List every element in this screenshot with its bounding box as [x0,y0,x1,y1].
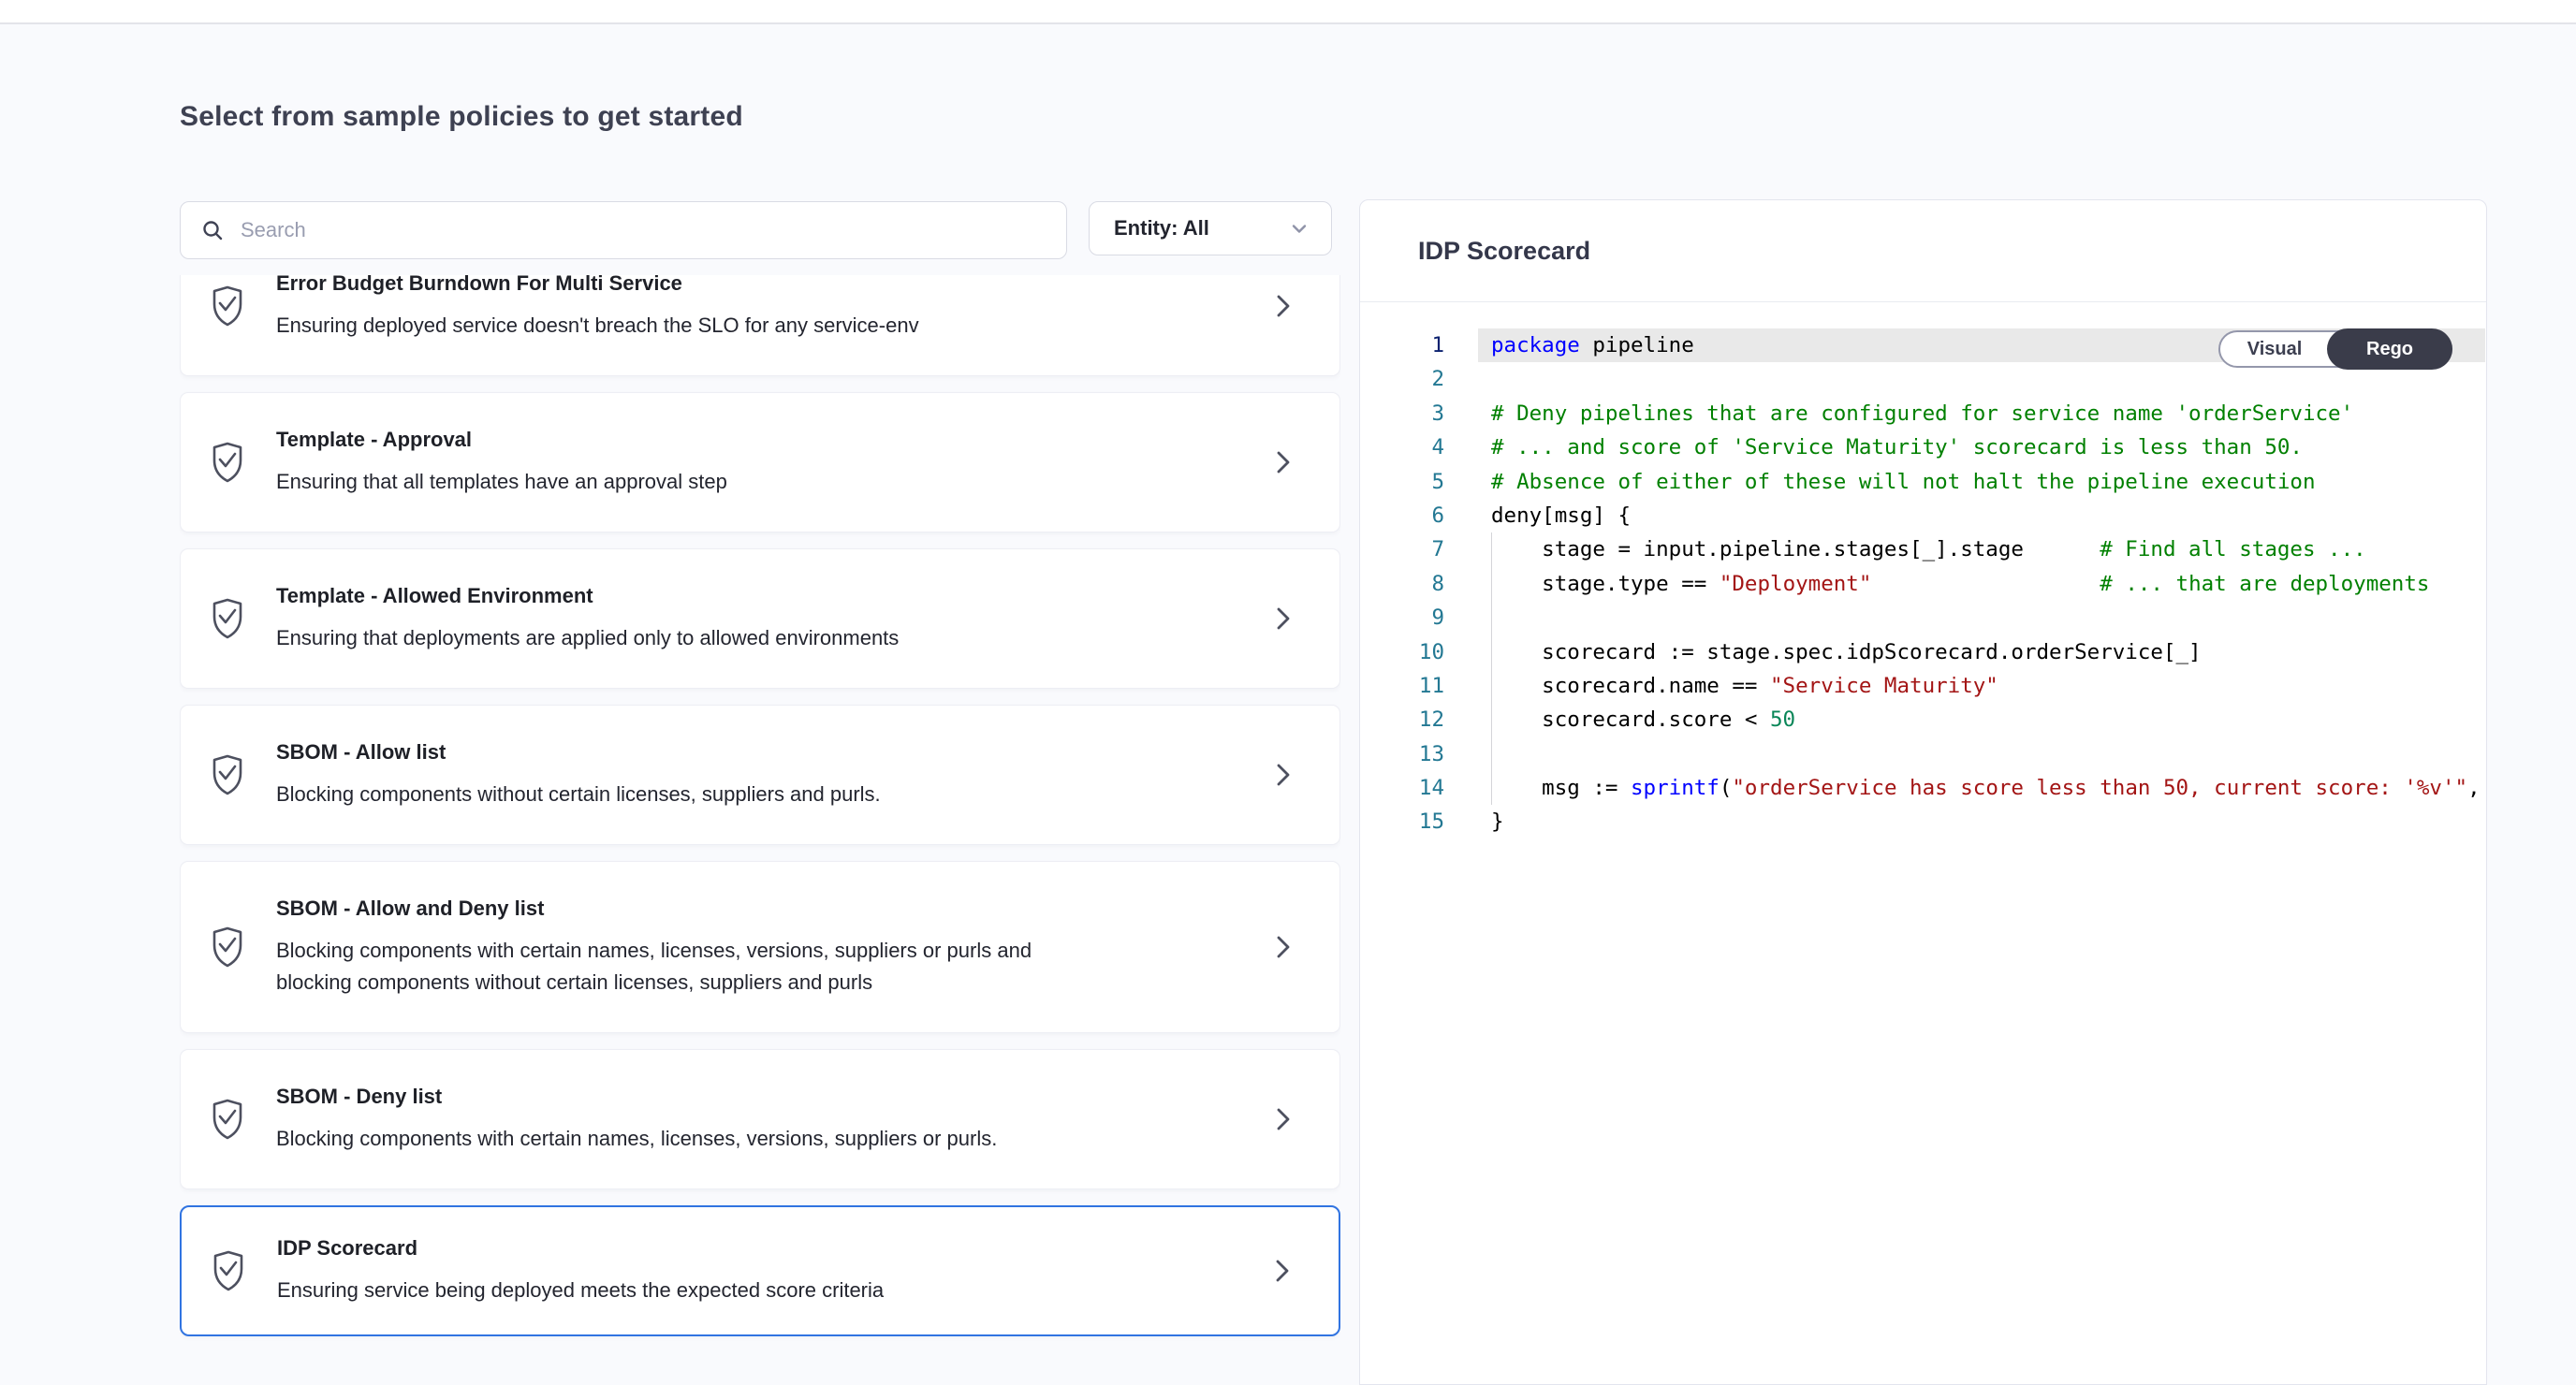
code-editor: 123456789101112131415 package pipeline #… [1360,328,2485,839]
shield-check-icon [209,440,246,485]
policy-card[interactable]: IDP Scorecard Ensuring service being dep… [180,1205,1340,1336]
policy-card-title: Error Budget Burndown For Multi Service [276,275,1255,297]
preview-panel-title: IDP Scorecard [1418,237,1590,266]
chevron-right-icon [1270,759,1296,791]
policy-card-title: Template - Approval [276,427,1255,453]
chevron-right-icon [1270,931,1296,963]
chevron-down-icon [1288,217,1310,240]
policy-card-text: IDP Scorecard Ensuring service being dep… [277,1235,1254,1306]
top-bar [0,0,2576,24]
shield-check-icon [209,925,246,970]
shield-check-icon [209,1097,246,1142]
rego-toggle-button[interactable]: Rego [2327,328,2452,370]
code-lines: package pipeline # Deny pipelines that a… [1478,328,2485,839]
policy-card-description: Ensuring that all templates have an appr… [276,466,1090,498]
policy-card-description: Blocking components with certain names, … [276,935,1090,999]
policy-card[interactable]: Error Budget Burndown For Multi Service … [180,275,1340,376]
visual-toggle-button[interactable]: Visual [2220,339,2329,360]
search-icon [201,219,224,241]
policy-card-description: Ensuring service being deployed meets th… [277,1275,1091,1306]
policy-preview-panel: IDP Scorecard Visual Rego 12345678910111… [1359,199,2487,1385]
policy-card-text: Template - Allowed Environment Ensuring … [276,583,1255,654]
policy-card[interactable]: SBOM - Deny list Blocking components wit… [180,1049,1340,1189]
policy-card-description: Ensuring deployed service doesn't breach… [276,310,1090,342]
policy-card-text: SBOM - Allow and Deny list Blocking comp… [276,896,1255,999]
policy-card-text: SBOM - Deny list Blocking components wit… [276,1084,1255,1155]
search-input[interactable] [239,217,1047,243]
chevron-right-icon [1270,290,1296,322]
chevron-right-icon [1270,446,1296,478]
page-title: Select from sample policies to get start… [180,101,743,133]
search-box[interactable] [180,201,1067,259]
policy-cards: Error Budget Burndown For Multi Service … [180,275,1340,1385]
shield-check-icon [209,284,246,328]
shield-check-icon [210,1248,247,1293]
shield-check-icon [209,752,246,797]
policy-card[interactable]: Template - Approval Ensuring that all te… [180,392,1340,532]
policy-card-text: Error Budget Burndown For Multi Service … [276,275,1255,342]
policy-card-description: Ensuring that deployments are applied on… [276,622,1090,654]
policy-card-title: Template - Allowed Environment [276,583,1255,609]
chevron-right-icon [1269,1255,1295,1287]
policy-card-description: Blocking components without certain lice… [276,779,1090,810]
entity-filter-value: Entity: All [1114,216,1209,241]
visual-rego-toggle[interactable]: Visual Rego [2218,330,2452,368]
policy-card-text: Template - Approval Ensuring that all te… [276,427,1255,498]
entity-filter-dropdown[interactable]: Entity: All [1089,201,1332,255]
code-gutter: 123456789101112131415 [1360,328,1478,839]
policy-card[interactable]: SBOM - Allow and Deny list Blocking comp… [180,861,1340,1033]
policy-card-description: Blocking components with certain names, … [276,1123,1090,1155]
preview-panel-header: IDP Scorecard [1360,200,2486,302]
indent-guide-line [1491,532,1492,805]
chevron-right-icon [1270,1103,1296,1135]
policy-card-text: SBOM - Allow list Blocking components wi… [276,739,1255,810]
policy-card[interactable]: Template - Allowed Environment Ensuring … [180,548,1340,689]
policy-card-title: SBOM - Allow and Deny list [276,896,1255,922]
policy-card-title: IDP Scorecard [277,1235,1254,1261]
policy-card[interactable]: SBOM - Allow list Blocking components wi… [180,705,1340,845]
policy-card-title: SBOM - Allow list [276,739,1255,765]
chevron-right-icon [1270,603,1296,634]
policy-card-title: SBOM - Deny list [276,1084,1255,1110]
shield-check-icon [209,596,246,641]
